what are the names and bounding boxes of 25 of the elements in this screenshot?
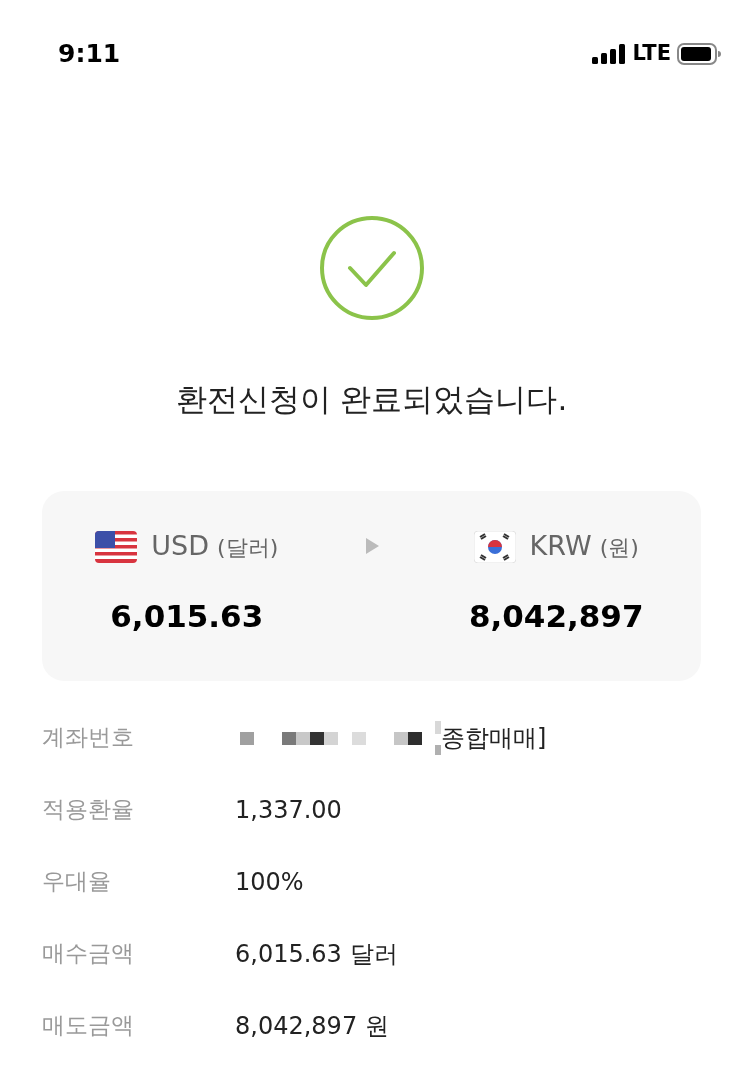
detail-value: 100% xyxy=(235,866,304,898)
arrow-icon xyxy=(363,536,380,555)
detail-label: 매수금액 xyxy=(42,939,135,969)
currency-name: (원) xyxy=(599,534,639,563)
detail-value: 8,042,897 원 xyxy=(235,1010,389,1042)
detail-value: 6,015.63 달러 xyxy=(235,938,398,970)
currency-code: KRW xyxy=(529,529,592,564)
flag-icon xyxy=(473,530,516,563)
detail-label: 계좌번호 xyxy=(42,723,135,753)
signal-icon xyxy=(592,44,627,64)
detail-label: 우대율 xyxy=(42,867,112,897)
amount-value: 6,015.63 xyxy=(110,596,264,636)
battery-icon xyxy=(677,43,721,65)
status-time: 9:11 xyxy=(58,38,121,71)
detail-value: 1,337.00 xyxy=(235,794,342,826)
detail-label: 적용환율 xyxy=(42,795,135,825)
detail-label: 매도금액 xyxy=(42,1011,135,1041)
currency-code: USD xyxy=(151,529,210,564)
flag-icon xyxy=(95,530,138,563)
check-circle-icon xyxy=(318,215,425,321)
detail-value: 종합매매] xyxy=(441,722,547,754)
success-message: 환전신청이 완료되었습니다. xyxy=(174,380,569,419)
network-label: LTE xyxy=(632,40,671,68)
currency-name: (달러) xyxy=(217,534,279,563)
amount-value: 8,042,897 xyxy=(468,596,644,636)
